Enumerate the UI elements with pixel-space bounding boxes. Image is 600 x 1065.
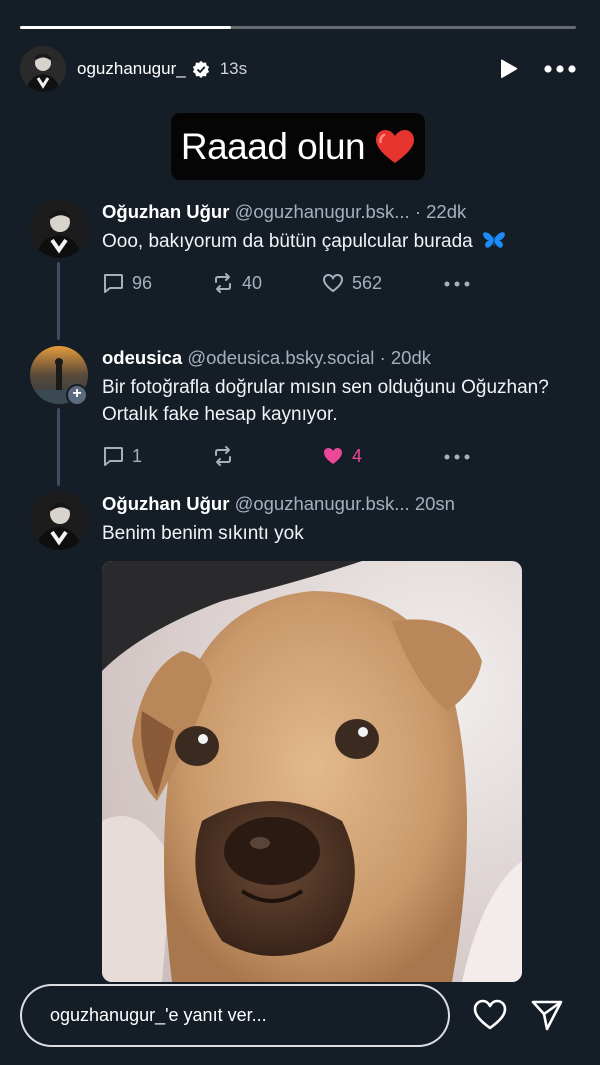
like-action[interactable]: 4 (322, 445, 432, 467)
send-icon (531, 1000, 563, 1031)
story-progress-fill (20, 26, 232, 29)
repost-icon (215, 273, 231, 293)
like-count: 562 (352, 272, 383, 293)
heart-outline-icon (473, 999, 507, 1030)
post-time: · 20dk (379, 347, 431, 368)
repost-count: 40 (242, 272, 263, 293)
like-count: 4 (352, 445, 363, 466)
thread-post[interactable]: Oğuzhan Uğur @oguzhanugur.bsk... · 22dk … (30, 200, 560, 295)
post-text-content: Ooo, bakıyorum da bütün çapulcular burad… (102, 231, 473, 252)
reply-count: 1 (132, 445, 143, 466)
more-horizontal-icon (444, 281, 470, 287)
more-horizontal-icon (444, 454, 470, 460)
reply-placeholder: oguzhanugur_'e yanıt ver... (50, 1005, 267, 1025)
post-text: Bir fotoğrafla doğrular mısın sen olduğu… (102, 377, 549, 425)
post-author-name[interactable]: Oğuzhan Uğur (102, 493, 229, 514)
post-image-puppy[interactable] (102, 561, 522, 982)
post-author-handle[interactable]: @oguzhanugur.bsk... (235, 201, 410, 222)
verified-badge-icon (192, 60, 209, 78)
repost-action[interactable]: 40 (212, 272, 322, 294)
post-header: odeusica @odeusica.bsky.social · 20dk (102, 346, 560, 370)
post-header: Oğuzhan Uğur @oguzhanugur.bsk... 20sn (102, 492, 560, 516)
follow-plus-badge[interactable]: + (66, 384, 88, 406)
post-author-avatar[interactable] (30, 200, 88, 258)
butterfly-emoji-icon (483, 232, 505, 248)
share-story-button[interactable] (529, 997, 565, 1033)
thread-post[interactable]: Oğuzhan Uğur @oguzhanugur.bsk... 20sn Be… (30, 492, 560, 982)
post-header: Oğuzhan Uğur @oguzhanugur.bsk... · 22dk (102, 200, 560, 224)
story-progress-bar (20, 26, 576, 29)
thread-post[interactable]: + odeusica @odeusica.bsky.social · 20dk … (30, 346, 560, 468)
comment-icon (104, 274, 123, 293)
post-author-handle[interactable]: @odeusica.bsky.social (187, 347, 374, 368)
post-more-button[interactable] (444, 447, 470, 465)
reply-count: 96 (132, 272, 153, 293)
post-more-button[interactable] (444, 274, 470, 292)
repost-icon (215, 446, 231, 466)
post-time: · 22dk (414, 201, 467, 222)
play-button[interactable] (494, 55, 522, 83)
post-time: 20sn (414, 493, 455, 514)
story-user-avatar[interactable] (20, 46, 66, 92)
caption-text: Raaad olun (180, 125, 366, 167)
like-action[interactable]: 562 (322, 272, 432, 294)
more-horizontal-icon (544, 65, 576, 73)
post-author-name[interactable]: odeusica (102, 347, 182, 368)
red-heart-emoji-icon (376, 129, 415, 163)
play-icon (501, 59, 518, 79)
story-time: 13s (219, 59, 248, 78)
story-more-button[interactable] (540, 55, 580, 83)
story-username[interactable]: oguzhanugur_ (77, 59, 186, 79)
post-text: Ooo, bakıyorum da bütün çapulcular burad… (102, 228, 560, 255)
post-text: Benim benim sıkıntı yok (102, 523, 304, 544)
heart-filled-icon (324, 448, 342, 464)
story-header: oguzhanugur_ 13s (20, 46, 580, 92)
post-author-handle[interactable]: @oguzhanugur.bsk... (235, 493, 410, 514)
story-caption: Raaad olun (171, 113, 425, 180)
reply-action[interactable]: 96 (102, 272, 212, 294)
heart-outline-icon (322, 273, 344, 293)
post-actions: 96 40 562 (102, 271, 560, 295)
post-actions: 1 4 (102, 444, 560, 468)
repost-action[interactable] (212, 445, 322, 467)
like-story-button[interactable] (472, 997, 508, 1033)
post-author-name[interactable]: Oğuzhan Uğur (102, 201, 229, 222)
post-author-avatar[interactable] (30, 492, 88, 550)
reply-action[interactable]: 1 (102, 445, 212, 467)
reply-input[interactable]: oguzhanugur_'e yanıt ver... (20, 984, 450, 1047)
comment-icon (104, 447, 123, 466)
